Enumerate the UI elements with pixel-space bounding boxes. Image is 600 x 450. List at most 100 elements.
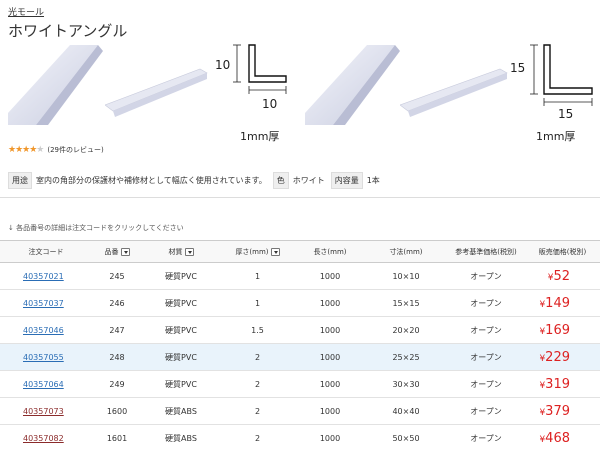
quantity-tag: 内容量 xyxy=(330,172,363,189)
col-order-code: 注文コード xyxy=(0,240,92,263)
order-code-link[interactable]: 40357046 xyxy=(23,326,64,335)
dimension-diagram-1 xyxy=(233,44,287,94)
page-title: ホワイトアングル xyxy=(8,22,128,40)
length-cell: 1000 xyxy=(295,424,365,450)
order-code-cell: 40357073 xyxy=(0,397,92,425)
thickness-label-2: 1mm厚 xyxy=(536,130,576,143)
dimension-height-label-2: 15 xyxy=(510,61,526,75)
table-row: 40357073 1600 硬質ABS 2 1000 40×40 オープン ¥379 xyxy=(0,397,600,425)
size-cell: 15×15 xyxy=(365,289,447,317)
reference-price-cell: オープン xyxy=(447,397,525,425)
sale-price-cell: ¥468 xyxy=(525,424,600,450)
col-material[interactable]: 材質 xyxy=(142,240,220,263)
table-row: 40357021 245 硬質PVC 1 1000 10×10 オープン ¥52 xyxy=(0,262,600,290)
order-code-cell: 40357055 xyxy=(0,343,92,371)
size: 15×15 xyxy=(392,298,420,308)
part-number-cell: 248 xyxy=(92,343,142,371)
size: 20×20 xyxy=(392,325,420,335)
dimension-width-label-2: 15 xyxy=(558,107,574,121)
part-number: 245 xyxy=(109,271,125,281)
part-number: 246 xyxy=(109,298,125,308)
col-thickness-label: 厚さ(mm) xyxy=(235,247,269,256)
size: 40×40 xyxy=(392,406,420,416)
thickness-cell: 1 xyxy=(220,289,295,317)
dimension-height-label-1: 10 xyxy=(215,58,231,72)
col-reference-price: 参考基準価格(税別) xyxy=(447,240,525,263)
size-cell: 10×10 xyxy=(365,262,447,290)
sort-dropdown-icon[interactable] xyxy=(120,247,130,256)
sale-price-cell: ¥52 xyxy=(525,262,600,290)
order-code-link[interactable]: 40357082 xyxy=(23,434,64,443)
order-code-link[interactable]: 40357064 xyxy=(23,380,64,389)
part-number: 249 xyxy=(109,379,125,389)
part-number-cell: 249 xyxy=(92,370,142,398)
part-number-cell: 245 xyxy=(92,262,142,290)
part-number: 248 xyxy=(109,352,125,362)
reference-price-cell: オープン xyxy=(447,316,525,344)
sale-price-cell: ¥229 xyxy=(525,343,600,371)
order-code-link[interactable]: 40357073 xyxy=(23,407,64,416)
sort-dropdown-icon[interactable] xyxy=(184,247,194,256)
breadcrumb-link[interactable]: 光モール xyxy=(8,5,44,18)
thickness-label-1: 1mm厚 xyxy=(240,130,280,143)
table-row: 40357037 246 硬質PVC 1 1000 15×15 オープン ¥149 xyxy=(0,289,600,317)
material-cell: 硬質PVC xyxy=(142,262,220,290)
order-code-cell: 40357082 xyxy=(0,424,92,450)
star-rating-icon: ★★★★★ xyxy=(8,145,44,155)
table-note: ↓ 各品番号の詳細は注文コードをクリックしてください xyxy=(8,223,184,233)
thickness: 2 xyxy=(254,406,261,416)
size-cell: 30×30 xyxy=(365,370,447,398)
table-row: 40357055 248 硬質PVC 2 1000 25×25 オープン ¥229 xyxy=(0,343,600,371)
material-cell: 硬質ABS xyxy=(142,424,220,450)
reference-price-cell: オープン xyxy=(447,262,525,290)
material: 硬質ABS xyxy=(165,406,197,416)
order-code-cell: 40357021 xyxy=(0,262,92,290)
size-cell: 40×40 xyxy=(365,397,447,425)
reference-price-cell: オープン xyxy=(447,343,525,371)
col-part-number-label: 品番 xyxy=(104,247,119,256)
order-code-link[interactable]: 40357037 xyxy=(23,299,64,308)
thickness: 2 xyxy=(254,433,261,443)
order-code-link[interactable]: 40357055 xyxy=(23,353,64,362)
length-cell: 1000 xyxy=(295,289,365,317)
part-number-cell: 246 xyxy=(92,289,142,317)
length-cell: 1000 xyxy=(295,343,365,371)
order-code-link[interactable]: 40357021 xyxy=(23,272,64,281)
sale-price-cell: ¥169 xyxy=(525,316,600,344)
thickness: 1 xyxy=(254,298,261,308)
length: 1000 xyxy=(319,325,341,335)
reference-price: オープン xyxy=(470,379,502,389)
col-thickness[interactable]: 厚さ(mm) xyxy=(220,240,295,263)
length: 1000 xyxy=(319,271,341,281)
product-photo-closeup-1 xyxy=(8,45,103,125)
size: 10×10 xyxy=(392,271,420,281)
product-photo-long-1 xyxy=(105,68,208,117)
review-count-link[interactable]: (29件のレビュー) xyxy=(47,145,103,155)
material-cell: 硬質PVC xyxy=(142,370,220,398)
thickness-cell: 2 xyxy=(220,424,295,450)
reference-price: オープン xyxy=(470,298,502,308)
table-header-row: 注文コード 品番 材質 厚さ(mm) 長さ(mm) 寸法(mm) 参考基準価格(… xyxy=(0,240,600,263)
part-number: 1600 xyxy=(106,406,128,416)
size: 50×50 xyxy=(392,433,420,443)
color-value: ホワイト xyxy=(292,176,325,185)
sale-price: 52 xyxy=(553,268,570,284)
length-cell: 1000 xyxy=(295,316,365,344)
thickness: 2 xyxy=(254,352,261,362)
dimension-diagram-2 xyxy=(530,44,593,106)
col-part-number[interactable]: 品番 xyxy=(92,240,142,263)
table-row: 40357046 247 硬質PVC 1.5 1000 20×20 オープン ¥169 xyxy=(0,316,600,344)
material: 硬質PVC xyxy=(165,298,197,308)
length: 1000 xyxy=(319,406,341,416)
part-number: 1601 xyxy=(106,433,128,443)
table-row: 40357082 1601 硬質ABS 2 1000 50×50 オープン ¥468 xyxy=(0,424,600,450)
size-cell: 20×20 xyxy=(365,316,447,344)
col-length: 長さ(mm) xyxy=(295,240,365,263)
product-photo-closeup-2 xyxy=(305,45,400,125)
reference-price: オープン xyxy=(470,352,502,362)
quantity-value: 1本 xyxy=(366,176,380,185)
use-tag: 用途 xyxy=(8,172,32,189)
size-cell: 50×50 xyxy=(365,424,447,450)
divider xyxy=(0,197,600,198)
sort-dropdown-icon[interactable] xyxy=(270,247,280,256)
